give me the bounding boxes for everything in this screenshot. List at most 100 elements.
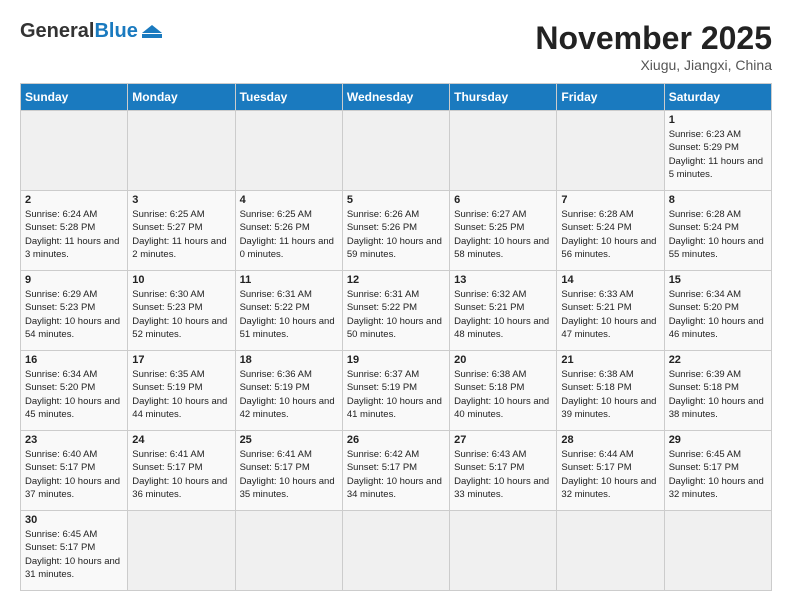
cell-info: Sunrise: 6:31 AM Sunset: 5:22 PM Dayligh… <box>240 288 338 341</box>
cell-info: Sunrise: 6:36 AM Sunset: 5:19 PM Dayligh… <box>240 368 338 421</box>
daylight-label: Daylight: 10 hours and 41 minutes. <box>347 396 442 420</box>
daylight-label: Daylight: 10 hours and 59 minutes. <box>347 236 442 260</box>
calendar-cell: 19 Sunrise: 6:37 AM Sunset: 5:19 PM Dayl… <box>342 351 449 431</box>
cell-info: Sunrise: 6:41 AM Sunset: 5:17 PM Dayligh… <box>240 448 338 501</box>
sunrise-label: Sunrise: 6:31 AM <box>347 289 419 300</box>
daylight-label: Daylight: 10 hours and 31 minutes. <box>25 556 120 580</box>
sunrise-label: Sunrise: 6:45 AM <box>25 529 97 540</box>
cell-info: Sunrise: 6:25 AM Sunset: 5:26 PM Dayligh… <box>240 208 338 261</box>
day-number: 22 <box>669 354 767 366</box>
sunrise-label: Sunrise: 6:44 AM <box>561 449 633 460</box>
calendar-cell: 22 Sunrise: 6:39 AM Sunset: 5:18 PM Dayl… <box>664 351 771 431</box>
calendar-cell: 12 Sunrise: 6:31 AM Sunset: 5:22 PM Dayl… <box>342 271 449 351</box>
cell-info: Sunrise: 6:33 AM Sunset: 5:21 PM Dayligh… <box>561 288 659 341</box>
cell-info: Sunrise: 6:29 AM Sunset: 5:23 PM Dayligh… <box>25 288 123 341</box>
calendar-cell: 21 Sunrise: 6:38 AM Sunset: 5:18 PM Dayl… <box>557 351 664 431</box>
sunset-label: Sunset: 5:21 PM <box>561 302 631 313</box>
calendar-row: 1 Sunrise: 6:23 AM Sunset: 5:29 PM Dayli… <box>21 111 772 191</box>
daylight-label: Daylight: 10 hours and 38 minutes. <box>669 396 764 420</box>
cell-info: Sunrise: 6:38 AM Sunset: 5:18 PM Dayligh… <box>561 368 659 421</box>
day-number: 21 <box>561 354 659 366</box>
day-number: 17 <box>132 354 230 366</box>
daylight-label: Daylight: 10 hours and 44 minutes. <box>132 396 227 420</box>
day-number: 26 <box>347 434 445 446</box>
sunset-label: Sunset: 5:21 PM <box>454 302 524 313</box>
daylight-label: Daylight: 10 hours and 39 minutes. <box>561 396 656 420</box>
day-number: 24 <box>132 434 230 446</box>
logo: General Blue <box>20 20 162 43</box>
day-number: 2 <box>25 194 123 206</box>
sunset-label: Sunset: 5:18 PM <box>669 382 739 393</box>
day-number: 7 <box>561 194 659 206</box>
cell-info: Sunrise: 6:28 AM Sunset: 5:24 PM Dayligh… <box>561 208 659 261</box>
day-number: 16 <box>25 354 123 366</box>
calendar-cell <box>342 111 449 191</box>
sunset-label: Sunset: 5:29 PM <box>669 142 739 153</box>
weekday-header-tuesday: Tuesday <box>235 84 342 111</box>
sunrise-label: Sunrise: 6:42 AM <box>347 449 419 460</box>
cell-info: Sunrise: 6:45 AM Sunset: 5:17 PM Dayligh… <box>25 528 123 581</box>
day-number: 4 <box>240 194 338 206</box>
page-title: November 2025 <box>535 20 772 57</box>
calendar-cell: 11 Sunrise: 6:31 AM Sunset: 5:22 PM Dayl… <box>235 271 342 351</box>
calendar-cell: 15 Sunrise: 6:34 AM Sunset: 5:20 PM Dayl… <box>664 271 771 351</box>
day-number: 9 <box>25 274 123 286</box>
weekday-header-friday: Friday <box>557 84 664 111</box>
weekday-header-wednesday: Wednesday <box>342 84 449 111</box>
calendar-cell-empty <box>128 511 235 591</box>
cell-info: Sunrise: 6:26 AM Sunset: 5:26 PM Dayligh… <box>347 208 445 261</box>
sunrise-label: Sunrise: 6:39 AM <box>669 369 741 380</box>
sunset-label: Sunset: 5:19 PM <box>240 382 310 393</box>
daylight-label: Daylight: 10 hours and 32 minutes. <box>669 476 764 500</box>
sunset-label: Sunset: 5:24 PM <box>561 222 631 233</box>
sunset-label: Sunset: 5:24 PM <box>669 222 739 233</box>
calendar-cell: 9 Sunrise: 6:29 AM Sunset: 5:23 PM Dayli… <box>21 271 128 351</box>
calendar-cell: 1 Sunrise: 6:23 AM Sunset: 5:29 PM Dayli… <box>664 111 771 191</box>
calendar-cell: 14 Sunrise: 6:33 AM Sunset: 5:21 PM Dayl… <box>557 271 664 351</box>
cell-info: Sunrise: 6:39 AM Sunset: 5:18 PM Dayligh… <box>669 368 767 421</box>
cell-info: Sunrise: 6:41 AM Sunset: 5:17 PM Dayligh… <box>132 448 230 501</box>
day-number: 10 <box>132 274 230 286</box>
daylight-label: Daylight: 11 hours and 2 minutes. <box>132 236 226 260</box>
day-number: 15 <box>669 274 767 286</box>
daylight-label: Daylight: 10 hours and 58 minutes. <box>454 236 549 260</box>
sunrise-label: Sunrise: 6:41 AM <box>240 449 312 460</box>
day-number: 27 <box>454 434 552 446</box>
cell-info: Sunrise: 6:38 AM Sunset: 5:18 PM Dayligh… <box>454 368 552 421</box>
calendar-cell: 2 Sunrise: 6:24 AM Sunset: 5:28 PM Dayli… <box>21 191 128 271</box>
sunset-label: Sunset: 5:18 PM <box>561 382 631 393</box>
sunset-label: Sunset: 5:26 PM <box>347 222 417 233</box>
calendar-cell: 10 Sunrise: 6:30 AM Sunset: 5:23 PM Dayl… <box>128 271 235 351</box>
sunrise-label: Sunrise: 6:38 AM <box>561 369 633 380</box>
daylight-label: Daylight: 10 hours and 47 minutes. <box>561 316 656 340</box>
cell-info: Sunrise: 6:32 AM Sunset: 5:21 PM Dayligh… <box>454 288 552 341</box>
daylight-label: Daylight: 10 hours and 52 minutes. <box>132 316 227 340</box>
sunset-label: Sunset: 5:19 PM <box>132 382 202 393</box>
day-number: 5 <box>347 194 445 206</box>
sunset-label: Sunset: 5:26 PM <box>240 222 310 233</box>
cell-info: Sunrise: 6:42 AM Sunset: 5:17 PM Dayligh… <box>347 448 445 501</box>
sunrise-label: Sunrise: 6:41 AM <box>132 449 204 460</box>
day-number: 13 <box>454 274 552 286</box>
sunset-label: Sunset: 5:17 PM <box>454 462 524 473</box>
calendar-cell: 5 Sunrise: 6:26 AM Sunset: 5:26 PM Dayli… <box>342 191 449 271</box>
daylight-label: Daylight: 10 hours and 51 minutes. <box>240 316 335 340</box>
daylight-label: Daylight: 10 hours and 33 minutes. <box>454 476 549 500</box>
sunset-label: Sunset: 5:23 PM <box>25 302 95 313</box>
sunrise-label: Sunrise: 6:38 AM <box>454 369 526 380</box>
calendar-cell: 27 Sunrise: 6:43 AM Sunset: 5:17 PM Dayl… <box>450 431 557 511</box>
cell-info: Sunrise: 6:23 AM Sunset: 5:29 PM Dayligh… <box>669 128 767 181</box>
sunset-label: Sunset: 5:17 PM <box>561 462 631 473</box>
weekday-header-monday: Monday <box>128 84 235 111</box>
logo-triangle-icon <box>142 25 162 33</box>
day-number: 19 <box>347 354 445 366</box>
calendar-cell <box>21 111 128 191</box>
sunset-label: Sunset: 5:17 PM <box>669 462 739 473</box>
day-number: 11 <box>240 274 338 286</box>
sunrise-label: Sunrise: 6:34 AM <box>25 369 97 380</box>
sunrise-label: Sunrise: 6:25 AM <box>132 209 204 220</box>
sunrise-label: Sunrise: 6:35 AM <box>132 369 204 380</box>
sunset-label: Sunset: 5:23 PM <box>132 302 202 313</box>
cell-info: Sunrise: 6:24 AM Sunset: 5:28 PM Dayligh… <box>25 208 123 261</box>
page-header: General Blue November 2025 Xiugu, Jiangx… <box>20 20 772 73</box>
